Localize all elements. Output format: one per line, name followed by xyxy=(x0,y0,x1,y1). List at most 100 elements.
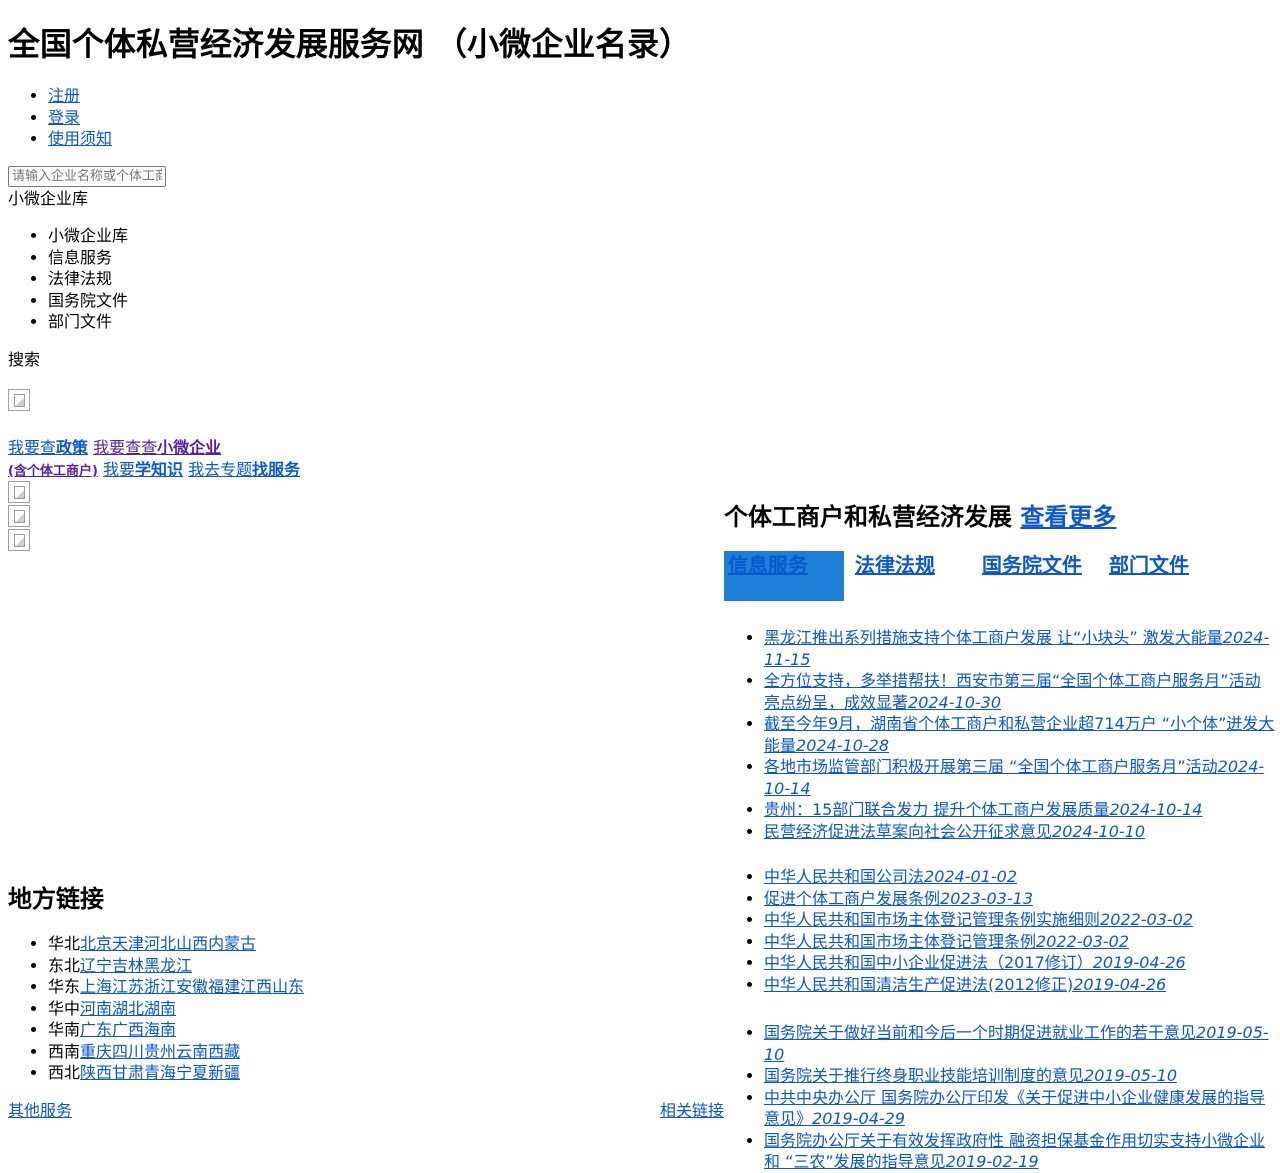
news-item-link[interactable]: 中共中央办公厅 国务院办公厅印发《关于促进中小企业健康发展的指导意见》2019-… xyxy=(764,1088,1265,1129)
tab-info-services[interactable]: 信息服务 xyxy=(724,551,844,601)
news-item-link[interactable]: 中华人民共和国市场主体登记管理条例实施细则2022-03-02 xyxy=(764,910,1193,929)
nav-item-register: 注册 xyxy=(48,85,112,107)
region-place-link[interactable]: 河南 xyxy=(80,999,112,1018)
region-place-link[interactable]: 黑龙江 xyxy=(144,956,192,975)
broken-image-icon[interactable] xyxy=(8,481,30,503)
find-policy-link[interactable]: 我要查政策 xyxy=(8,438,88,457)
region-place-link[interactable]: 山东 xyxy=(272,977,304,996)
news-item-link[interactable]: 民营经济促进法草案向社会公开征求意见2024-10-10 xyxy=(764,822,1145,841)
region-place-link[interactable]: 广西 xyxy=(112,1020,144,1039)
news-item-date: 2019-04-26 xyxy=(1092,953,1186,972)
tab-laws-label[interactable]: 法律法规 xyxy=(855,553,935,577)
find-company-emphasis: 小微企业 xyxy=(157,438,222,457)
news-item-link[interactable]: 促进个体工商户发展条例2023-03-13 xyxy=(764,889,1033,908)
news-item-title: 国务院关于推行终身职业技能培训制度的意见 xyxy=(764,1066,1085,1085)
search-input[interactable] xyxy=(8,166,166,187)
region-place-link[interactable]: 湖北 xyxy=(112,999,144,1018)
region-place-link[interactable]: 吉林 xyxy=(112,956,144,975)
region-place-link[interactable]: 北京 xyxy=(80,934,112,953)
region-place-link[interactable]: 内蒙古 xyxy=(208,934,256,953)
tab-laws[interactable]: 法律法规 xyxy=(855,551,935,579)
region-place-link[interactable]: 山西 xyxy=(176,934,208,953)
search-category-selected[interactable]: 小微企业库 xyxy=(8,188,88,210)
search-button[interactable]: 搜索 xyxy=(8,349,40,371)
category-option-laws[interactable]: 法律法规 xyxy=(48,268,128,290)
category-option-info[interactable]: 信息服务 xyxy=(48,247,128,269)
tab-department[interactable]: 部门文件 xyxy=(1109,551,1189,579)
region-place-link[interactable]: 福建 xyxy=(208,977,240,996)
news-section-title: 个体工商户和私营经济发展 xyxy=(724,503,1012,531)
region-links-list: 华北北京天津河北山西内蒙古东北辽宁吉林黑龙江华东上海江苏浙江安徽福建江西山东华中… xyxy=(8,933,304,1084)
broken-image-icon[interactable] xyxy=(8,389,30,411)
terms-link[interactable]: 使用须知 xyxy=(48,129,112,148)
news-item: 中华人民共和国市场主体登记管理条例实施细则2022-03-02 xyxy=(764,909,1276,931)
login-link[interactable]: 登录 xyxy=(48,108,80,127)
category-option-state-council[interactable]: 国务院文件 xyxy=(48,290,128,312)
region-place-link[interactable]: 上海 xyxy=(80,977,112,996)
region-place-link[interactable]: 陕西 xyxy=(80,1063,112,1082)
news-item-date: 2019-04-26 xyxy=(1073,974,1167,994)
region-place-link[interactable]: 新疆 xyxy=(208,1063,240,1082)
find-service-link[interactable]: 我去专题找服务 xyxy=(188,460,300,479)
region-place-link[interactable]: 甘肃 xyxy=(112,1063,144,1082)
news-item-link[interactable]: 各地市场监管部门积极开展第三届 “全国个体工商户服务月”活动2024-10-14 xyxy=(764,757,1264,798)
region-place-link[interactable]: 辽宁 xyxy=(80,956,112,975)
nav-item-terms: 使用须知 xyxy=(48,128,112,150)
region-group: 华中河南湖北湖南 xyxy=(48,998,304,1020)
region-place-link[interactable]: 重庆 xyxy=(80,1042,112,1061)
related-links-link[interactable]: 相关链接 xyxy=(660,1100,724,1122)
news-item: 截至今年9月，湖南省个体工商户和私营企业超714万户 “小个体”迸发大能量202… xyxy=(764,713,1276,756)
region-place-link[interactable]: 西藏 xyxy=(208,1042,240,1061)
find-service-prefix: 我去专题 xyxy=(188,460,253,479)
category-option-department[interactable]: 部门文件 xyxy=(48,311,128,333)
news-item-link[interactable]: 全方位支持，多举措帮扶！西安市第三届“全国个体工商户服务月”活动亮点纷呈，成效显… xyxy=(764,671,1261,712)
learn-link[interactable]: 我要学知识 xyxy=(103,460,183,479)
region-place-link[interactable]: 青海 xyxy=(144,1063,176,1082)
news-item: 中共中央办公厅 国务院办公厅印发《关于促进中小企业健康发展的指导意见》2019-… xyxy=(764,1087,1276,1130)
quick-links: 我要查政策 我要查查小微企业 (含个体工商户) 我要学知识 我去专题找服务 xyxy=(8,437,328,483)
region-place-link[interactable]: 云南 xyxy=(176,1042,208,1061)
view-more-link[interactable]: 查看更多 xyxy=(1020,503,1116,531)
region-place-link[interactable]: 宁夏 xyxy=(176,1063,208,1082)
region-place-link[interactable]: 海南 xyxy=(144,1020,176,1039)
region-place-link[interactable]: 安徽 xyxy=(176,977,208,996)
news-item-link[interactable]: 国务院关于推行终身职业技能培训制度的意见2019-05-10 xyxy=(764,1066,1177,1085)
news-item-link[interactable]: 中华人民共和国公司法2024-01-02 xyxy=(764,867,1017,886)
broken-image-icon[interactable] xyxy=(8,529,30,551)
news-item-link[interactable]: 中华人民共和国中小企业促进法（2017修订）2019-04-26 xyxy=(764,953,1186,972)
news-item-link[interactable]: 黑龙江推出系列措施支持个体工商户发展 让“小块头” 激发大能量2024-11-1… xyxy=(764,628,1269,669)
find-company-note: (含个体工商户) xyxy=(8,464,98,479)
news-item-date: 2024-10-28 xyxy=(796,735,889,755)
news-item-date: 2022-03-02 xyxy=(1100,910,1193,929)
register-link[interactable]: 注册 xyxy=(48,86,80,105)
news-item-date: 2024-01-02 xyxy=(924,867,1017,886)
find-service-emphasis: 找服务 xyxy=(252,460,301,479)
news-item: 中华人民共和国中小企业促进法（2017修订）2019-04-26 xyxy=(764,952,1276,974)
news-item-link[interactable]: 中华人民共和国清洁生产促进法(2012修正)2019-04-26 xyxy=(764,975,1166,994)
other-services-link[interactable]: 其他服务 xyxy=(8,1100,72,1122)
nav-item-login: 登录 xyxy=(48,107,112,129)
news-item-link[interactable]: 国务院关于做好当前和今后一个时期促进就业工作的若干意见2019-05-10 xyxy=(764,1023,1269,1064)
news-item-date: 2024-10-10 xyxy=(1052,821,1145,841)
region-place-link[interactable]: 天津 xyxy=(112,934,144,953)
news-item-link[interactable]: 贵州：15部门联合发力 提升个体工商户发展质量2024-10-14 xyxy=(764,800,1202,819)
tab-info-services-label[interactable]: 信息服务 xyxy=(724,551,844,579)
news-item: 全方位支持，多举措帮扶！西安市第三届“全国个体工商户服务月”活动亮点纷呈，成效显… xyxy=(764,670,1276,713)
tab-state-council-label[interactable]: 国务院文件 xyxy=(982,553,1082,577)
region-place-link[interactable]: 广东 xyxy=(80,1020,112,1039)
news-item-link[interactable]: 截至今年9月，湖南省个体工商户和私营企业超714万户 “小个体”迸发大能量202… xyxy=(764,714,1274,755)
region-group: 西南重庆四川贵州云南西藏 xyxy=(48,1041,304,1063)
tab-state-council[interactable]: 国务院文件 xyxy=(982,551,1082,579)
region-place-link[interactable]: 四川 xyxy=(112,1042,144,1061)
region-place-link[interactable]: 河北 xyxy=(144,934,176,953)
news-item-link[interactable]: 中华人民共和国市场主体登记管理条例2022-03-02 xyxy=(764,932,1129,951)
region-place-link[interactable]: 江苏 xyxy=(112,977,144,996)
region-place-link[interactable]: 湖南 xyxy=(144,999,176,1018)
news-item-link[interactable]: 国务院办公厅关于有效发挥政府性 融资担保基金作用切实支持小微企业和 “三农”发展… xyxy=(764,1131,1265,1172)
tab-department-label[interactable]: 部门文件 xyxy=(1109,553,1189,577)
broken-image-icon[interactable] xyxy=(8,505,30,527)
region-place-link[interactable]: 浙江 xyxy=(144,977,176,996)
region-place-link[interactable]: 贵州 xyxy=(144,1042,176,1061)
region-place-link[interactable]: 江西 xyxy=(240,977,272,996)
category-option-library[interactable]: 小微企业库 xyxy=(48,225,128,247)
